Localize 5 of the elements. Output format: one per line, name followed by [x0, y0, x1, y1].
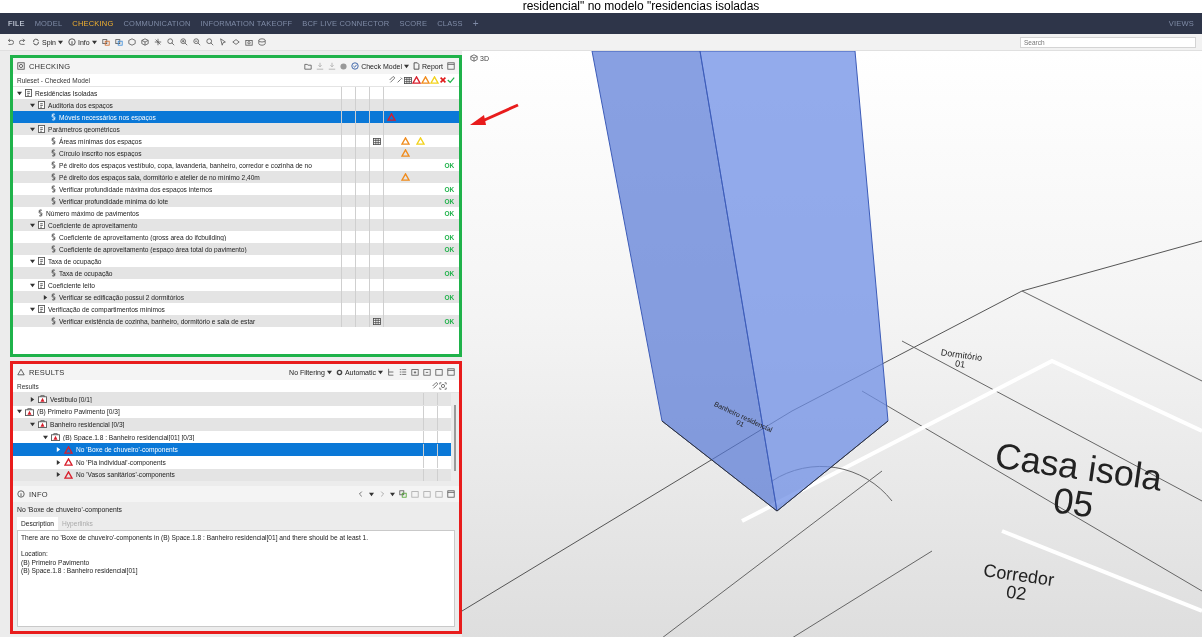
room-label: Dormitório 01	[939, 348, 983, 372]
room-label: Casa isola 05	[991, 437, 1165, 528]
add-tab-button[interactable]: +	[472, 18, 479, 29]
room-label: Corredor 02	[981, 561, 1056, 607]
caption-text: residencial" no modelo "residencias isoladas	[522, 0, 760, 13]
